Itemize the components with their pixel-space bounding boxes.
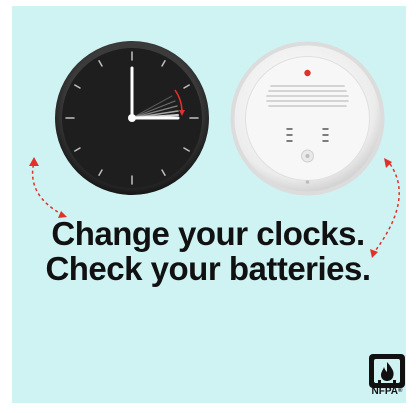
trademark-symbol: ® bbox=[398, 388, 403, 394]
headline-line-2: Check your batteries. bbox=[45, 250, 371, 287]
curved-arrows bbox=[29, 157, 400, 258]
headline-line-1: Change your clocks. bbox=[51, 215, 365, 252]
curved-arrow-icon bbox=[29, 157, 67, 218]
nfpa-logo-text: NFPA® bbox=[366, 386, 408, 397]
nfpa-wordmark: NFPA bbox=[371, 386, 399, 397]
